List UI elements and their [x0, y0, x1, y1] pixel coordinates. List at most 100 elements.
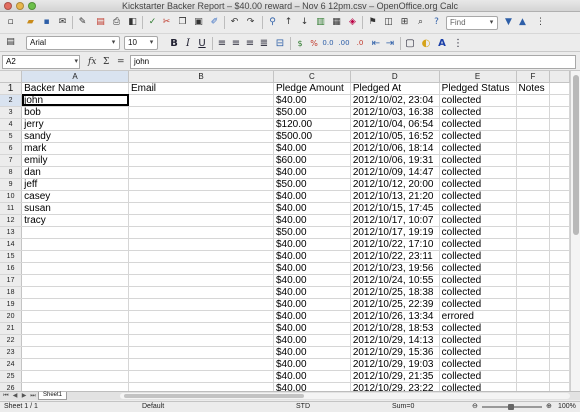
cell[interactable] — [516, 370, 551, 383]
cell[interactable] — [128, 334, 274, 347]
cell[interactable] — [128, 226, 274, 239]
function-icon[interactable]: = — [117, 55, 125, 69]
row-header[interactable]: 19 — [0, 298, 23, 311]
cell[interactable]: 2012/10/12, 20:00 — [350, 178, 440, 191]
styles-icon[interactable]: ▤ — [4, 36, 17, 49]
merge-cells-icon[interactable]: ⊟ — [274, 37, 286, 50]
cell[interactable]: 2012/10/29, 23:22 — [350, 382, 440, 391]
cell[interactable]: collected — [439, 166, 517, 179]
cell[interactable]: 2012/10/24, 10:55 — [350, 274, 440, 287]
cell[interactable] — [128, 274, 274, 287]
row-header[interactable]: 14 — [0, 238, 23, 251]
cell[interactable] — [21, 346, 130, 359]
cell[interactable]: $40.00 — [273, 370, 351, 383]
cell[interactable] — [549, 166, 570, 179]
font-size-combo[interactable]: 10 ▾ — [124, 36, 158, 50]
help-icon[interactable]: ? — [430, 16, 443, 29]
cell[interactable] — [128, 130, 274, 143]
cell[interactable]: sandy — [21, 130, 130, 143]
column-header[interactable]: D — [350, 71, 440, 83]
cell[interactable]: $500.00 — [273, 130, 351, 143]
cell[interactable] — [549, 286, 570, 299]
find-input[interactable]: Find ▾ — [446, 16, 498, 30]
cell[interactable]: collected — [439, 202, 517, 215]
active-cell[interactable]: john — [21, 94, 130, 107]
row-header[interactable]: 23 — [0, 346, 23, 359]
cell[interactable] — [549, 298, 570, 311]
column-header[interactable]: E — [439, 71, 517, 83]
cut-icon[interactable]: ✂ — [160, 16, 173, 29]
datasources-icon[interactable]: ⊞ — [398, 16, 411, 29]
row-header[interactable]: 25 — [0, 370, 23, 383]
cell[interactable]: $40.00 — [273, 238, 351, 251]
cell[interactable]: collected — [439, 286, 517, 299]
row-header[interactable]: 24 — [0, 358, 23, 371]
spellcheck-icon[interactable]: ✓ — [146, 16, 159, 29]
cell[interactable] — [516, 154, 551, 167]
cell[interactable] — [549, 214, 570, 227]
cell[interactable]: collected — [439, 178, 517, 191]
cell[interactable] — [516, 166, 551, 179]
cell[interactable] — [516, 346, 551, 359]
cell[interactable]: 2012/10/03, 16:38 — [350, 106, 440, 119]
cell[interactable] — [549, 142, 570, 155]
percent-format-icon[interactable]: % — [308, 37, 320, 50]
cell[interactable] — [549, 250, 570, 263]
cell[interactable] — [549, 382, 570, 391]
page-preview-icon[interactable]: ◧ — [126, 16, 139, 29]
borders-icon[interactable]: ▢ — [404, 37, 416, 50]
cell[interactable]: 2012/10/29, 15:36 — [350, 346, 440, 359]
cell[interactable] — [516, 106, 551, 119]
cell[interactable] — [21, 286, 130, 299]
cell[interactable]: 2012/10/06, 18:14 — [350, 142, 440, 155]
cell[interactable] — [516, 142, 551, 155]
cell[interactable]: dan — [21, 166, 130, 179]
row-header[interactable]: 20 — [0, 310, 23, 323]
sum-icon[interactable]: Σ — [103, 55, 109, 69]
background-color-icon[interactable]: ◐ — [420, 37, 432, 50]
column-header[interactable]: F — [516, 71, 551, 83]
cell[interactable]: Pledged Status — [439, 82, 517, 95]
chevron-down-icon[interactable]: ▾ — [147, 38, 156, 48]
cell[interactable]: $40.00 — [273, 166, 351, 179]
cell[interactable] — [128, 262, 274, 275]
underline-button[interactable]: U — [196, 37, 208, 50]
status-mode[interactable]: STD — [296, 402, 310, 412]
decrease-indent-icon[interactable]: ⇤ — [370, 37, 382, 50]
cell[interactable] — [128, 322, 274, 335]
align-left-icon[interactable]: ≡ — [216, 37, 228, 50]
cell[interactable]: collected — [439, 118, 517, 131]
toolbar-options-icon[interactable]: ⋮ — [534, 16, 547, 29]
cell[interactable]: 2012/10/15, 17:45 — [350, 202, 440, 215]
cell[interactable]: collected — [439, 250, 517, 263]
next-sheet-icon[interactable]: ▶ — [20, 392, 28, 400]
cell[interactable]: collected — [439, 322, 517, 335]
cell[interactable] — [128, 94, 274, 107]
cell[interactable]: collected — [439, 382, 517, 391]
new-icon[interactable]: ▫ — [4, 16, 17, 29]
cell[interactable]: 2012/10/29, 19:03 — [350, 358, 440, 371]
cell[interactable]: collected — [439, 142, 517, 155]
row-header[interactable]: 18 — [0, 286, 23, 299]
cell[interactable] — [128, 310, 274, 323]
cell[interactable]: jerry — [21, 118, 130, 131]
cell[interactable] — [549, 370, 570, 383]
cell[interactable] — [516, 118, 551, 131]
cell[interactable] — [549, 274, 570, 287]
sort-desc-icon[interactable]: ↓ — [298, 16, 311, 29]
cell[interactable]: emily — [21, 154, 130, 167]
row-header[interactable]: 13 — [0, 226, 23, 239]
select-all-corner[interactable] — [0, 71, 23, 83]
open-icon[interactable]: ▰ — [24, 16, 37, 29]
zoom-slider-handle[interactable] — [508, 404, 514, 410]
row-header[interactable]: 26 — [0, 382, 23, 391]
cell[interactable] — [128, 370, 274, 383]
align-center-icon[interactable]: ≡ — [230, 37, 242, 50]
cell[interactable] — [516, 262, 551, 275]
save-icon[interactable]: ▪ — [40, 16, 53, 29]
cell[interactable]: bob — [21, 106, 130, 119]
prev-sheet-icon[interactable]: ◀ — [11, 392, 19, 400]
cell[interactable] — [549, 202, 570, 215]
cell[interactable]: $40.00 — [273, 334, 351, 347]
cell[interactable] — [21, 226, 130, 239]
